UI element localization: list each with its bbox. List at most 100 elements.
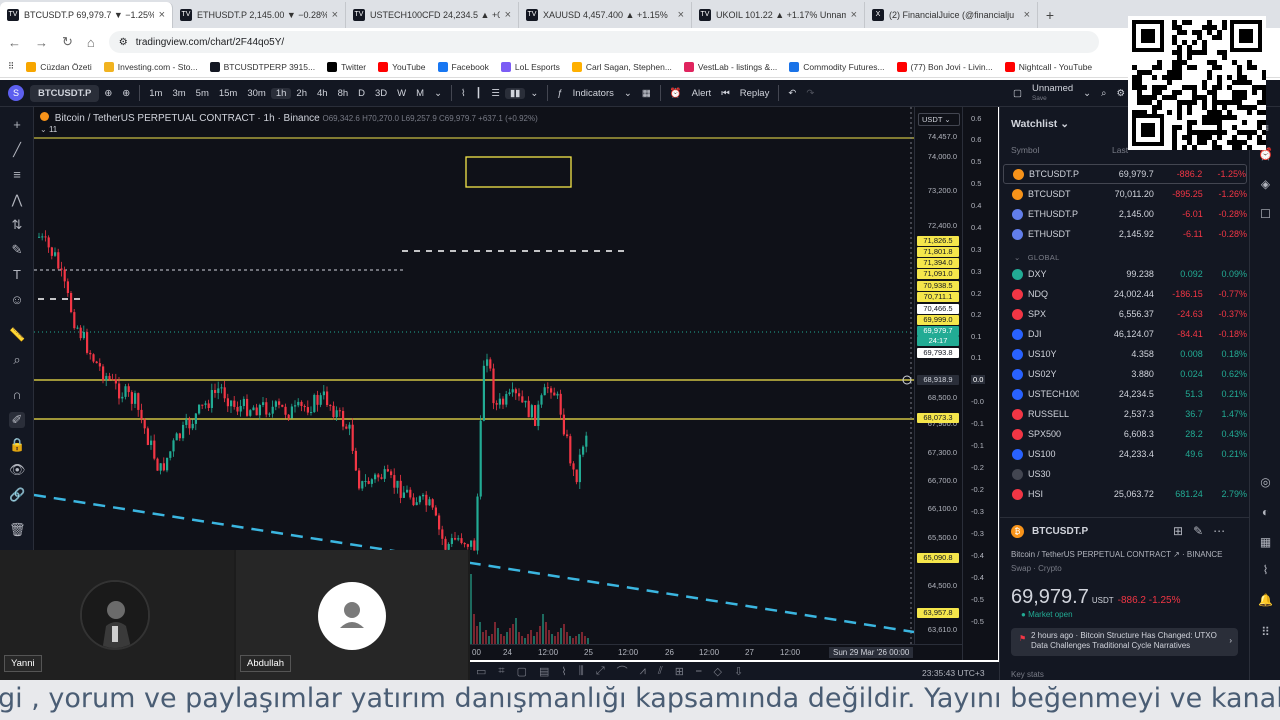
indicators-button[interactable]: Indicators: [568, 88, 619, 99]
watchlist-row[interactable]: SPX 6,556.37 -24.63 -0.37%: [1003, 304, 1247, 324]
symbol-search-button[interactable]: BTCUSDT.P: [30, 84, 100, 102]
browser-tab[interactable]: TV USTECH100CFD 24,234.5 ▲ +0 ×: [346, 2, 519, 28]
watchlist-row[interactable]: ETHUSDT 2,145.92 -6.11 -0.28%: [1003, 224, 1247, 244]
bottom-tool-icon[interactable]: ◇: [714, 665, 722, 678]
bottom-tool-icon[interactable]: ⌇: [561, 665, 566, 678]
oscillator-scale[interactable]: 0.6 0.6 0.5 0.5 0.4 0.4 0.3 0.3 0.2 0.2 0.1 0.1 0.0 -…: [962, 107, 998, 660]
bookmark-item[interactable]: Carl Sagan, Stephen...: [571, 61, 672, 72]
pattern-icon[interactable]: ⋀: [9, 192, 25, 208]
layout-name[interactable]: Unnamed Save: [1027, 83, 1078, 103]
watchlist-row[interactable]: US10Y 4.358 0.008 0.18%: [1003, 344, 1247, 364]
interval-4h[interactable]: 4h: [312, 88, 333, 99]
interval-15m[interactable]: 15m: [214, 88, 242, 99]
browser-tab[interactable]: X (2) FinancialJuice (@financialju ×: [865, 2, 1038, 28]
legend-title[interactable]: Bitcoin / TetherUS PERPETUAL CONTRACT · …: [55, 113, 320, 124]
watchlist-row[interactable]: DXY 99.238 0.092 0.09%: [1003, 264, 1247, 284]
watchlist-row[interactable]: RUSSELL 2,537.3 36.7 1.47%: [1003, 404, 1247, 424]
brush-icon[interactable]: ✎: [9, 242, 25, 258]
layouts-icon[interactable]: ▦: [637, 88, 656, 99]
price-range-icon[interactable]: ☰: [486, 88, 505, 99]
interval-3m[interactable]: 3m: [167, 88, 190, 99]
replay-button[interactable]: Replay: [735, 88, 775, 99]
crosshair-icon[interactable]: +: [9, 117, 25, 133]
tab-close-icon[interactable]: ×: [678, 9, 684, 21]
templates-icon[interactable]: ⌄: [619, 88, 637, 99]
utc-clock[interactable]: 23:35:43 UTC+3: [922, 668, 985, 678]
browser-tab[interactable]: TV ETHUSDT.P 2,145.00 ▼ −0.28% ×: [173, 2, 346, 28]
emoji-icon[interactable]: ☺: [9, 292, 25, 308]
watchlist-row[interactable]: SPX500 6,608.3 28.2 0.43%: [1003, 424, 1247, 444]
trendline-icon[interactable]: ╱: [9, 142, 25, 158]
tab-close-icon[interactable]: ×: [332, 9, 338, 21]
quick-search-icon[interactable]: ⌕: [1096, 88, 1111, 99]
prediction-icon[interactable]: ⇅: [9, 217, 25, 233]
currency-selector[interactable]: USDT ⌄: [918, 113, 960, 126]
bookmark-item[interactable]: BTCUSDTPERP 3915...: [209, 61, 315, 72]
watchlist-row[interactable]: HSI 25,063.72 681.24 2.79%: [1003, 484, 1247, 504]
bookmark-item[interactable]: (77) Bon Jovi - Livin...: [896, 61, 993, 72]
watchlist-row[interactable]: US02Y 3.880 0.024 0.62%: [1003, 364, 1247, 384]
watchlist-row[interactable]: ETHUSDT.P 2,145.00 -6.01 -0.28%: [1003, 204, 1247, 224]
url-field[interactable]: ⚙ tradingview.com/chart/2F44qo5Y/: [108, 31, 1099, 53]
bottom-tool-icon[interactable]: ⌒: [617, 663, 628, 679]
watchlist-title[interactable]: Watchlist ⌄: [1011, 118, 1069, 130]
home-icon[interactable]: ⌂: [87, 35, 95, 50]
watchlist-row[interactable]: USTECH100 24,234.5 51.3 0.21%: [1003, 384, 1247, 404]
interval-dropdown-icon[interactable]: ⌄: [429, 88, 447, 99]
detail-symbol[interactable]: BTCUSDT.P: [1032, 526, 1088, 537]
collapse-legend-icon[interactable]: ⌄: [40, 125, 49, 134]
lock-icon[interactable]: 🔒: [9, 437, 25, 453]
ruler-icon[interactable]: 📏: [9, 327, 25, 343]
redo-icon[interactable]: ↷: [801, 88, 819, 99]
chat-icon[interactable]: ☐: [1258, 207, 1273, 222]
calendar-icon[interactable]: ▦: [1258, 535, 1273, 550]
indicator-count[interactable]: 11: [49, 125, 57, 134]
interval-3D[interactable]: 3D: [370, 88, 392, 99]
bookmark-item[interactable]: Facebook: [437, 61, 489, 72]
interval-1h[interactable]: 1h: [270, 87, 292, 99]
bottom-tool-icon[interactable]: ▤: [539, 665, 549, 678]
bottom-tool-icon[interactable]: ⫼: [579, 665, 584, 678]
apps-grid-icon[interactable]: ⠿: [8, 61, 14, 72]
bottom-tool-icon[interactable]: ⫽: [658, 665, 663, 678]
tab-close-icon[interactable]: ×: [159, 9, 165, 21]
text-icon[interactable]: T: [9, 267, 25, 283]
new-tab-button[interactable]: +: [1038, 2, 1062, 28]
watchlist-row[interactable]: NDQ 24,002.44 -186.15 -0.77%: [1003, 284, 1247, 304]
bookmark-item[interactable]: Commodity Futures...: [789, 61, 885, 72]
layers-icon[interactable]: ◈: [1258, 177, 1273, 192]
tab-close-icon[interactable]: ×: [851, 9, 857, 21]
watchlist-row[interactable]: BTCUSDT.P 69,979.7 -886.2 -1.25%: [1003, 164, 1247, 184]
watchlist-row[interactable]: US100 24,233.4 49.6 0.21%: [1003, 444, 1247, 464]
zoom-icon[interactable]: ⌕: [9, 352, 25, 368]
bottom-tool-icon[interactable]: ▭: [476, 665, 486, 678]
bookmark-item[interactable]: Investing.com - Sto...: [103, 61, 198, 72]
key-stats-label[interactable]: Key stats: [1011, 670, 1044, 679]
undo-icon[interactable]: ↶: [783, 88, 801, 99]
interval-D[interactable]: D: [353, 88, 370, 99]
watchlist-row[interactable]: US30: [1003, 464, 1247, 484]
col-last[interactable]: Last: [1112, 145, 1128, 155]
bookmark-item[interactable]: Cüzdan Özeti: [26, 61, 92, 72]
col-symbol[interactable]: Symbol: [1011, 145, 1039, 155]
layout-dropdown-icon[interactable]: ⌄: [1078, 88, 1096, 99]
bookmark-item[interactable]: Nightcall - YouTube: [1004, 61, 1092, 72]
add-symbol-icon[interactable]: ⊕: [99, 88, 117, 99]
bookmark-item[interactable]: YouTube: [378, 61, 426, 72]
edit-icon[interactable]: ✎: [1193, 524, 1213, 538]
stream-icon[interactable]: ⌇: [1258, 563, 1273, 578]
site-info-icon[interactable]: ⚙: [119, 37, 128, 48]
alert-button[interactable]: Alert: [687, 88, 717, 99]
interval-M[interactable]: M: [411, 88, 429, 99]
tab-close-icon[interactable]: ×: [1024, 9, 1030, 21]
tab-close-icon[interactable]: ×: [505, 9, 511, 21]
bottom-tool-icon[interactable]: ⤢: [596, 665, 605, 678]
browser-tab[interactable]: TV XAUUSD 4,457.400 ▲ +1.15% ×: [519, 2, 692, 28]
compare-icon[interactable]: ⊕: [117, 88, 135, 99]
target-icon[interactable]: ◎: [1258, 475, 1273, 490]
interval-30m[interactable]: 30m: [242, 88, 270, 99]
bottom-tool-icon[interactable]: ⩘: [640, 665, 646, 678]
interval-5m[interactable]: 5m: [191, 88, 214, 99]
more-icon[interactable]: ⋯: [1213, 524, 1235, 538]
bookmark-item[interactable]: LoL Esports: [500, 61, 560, 72]
